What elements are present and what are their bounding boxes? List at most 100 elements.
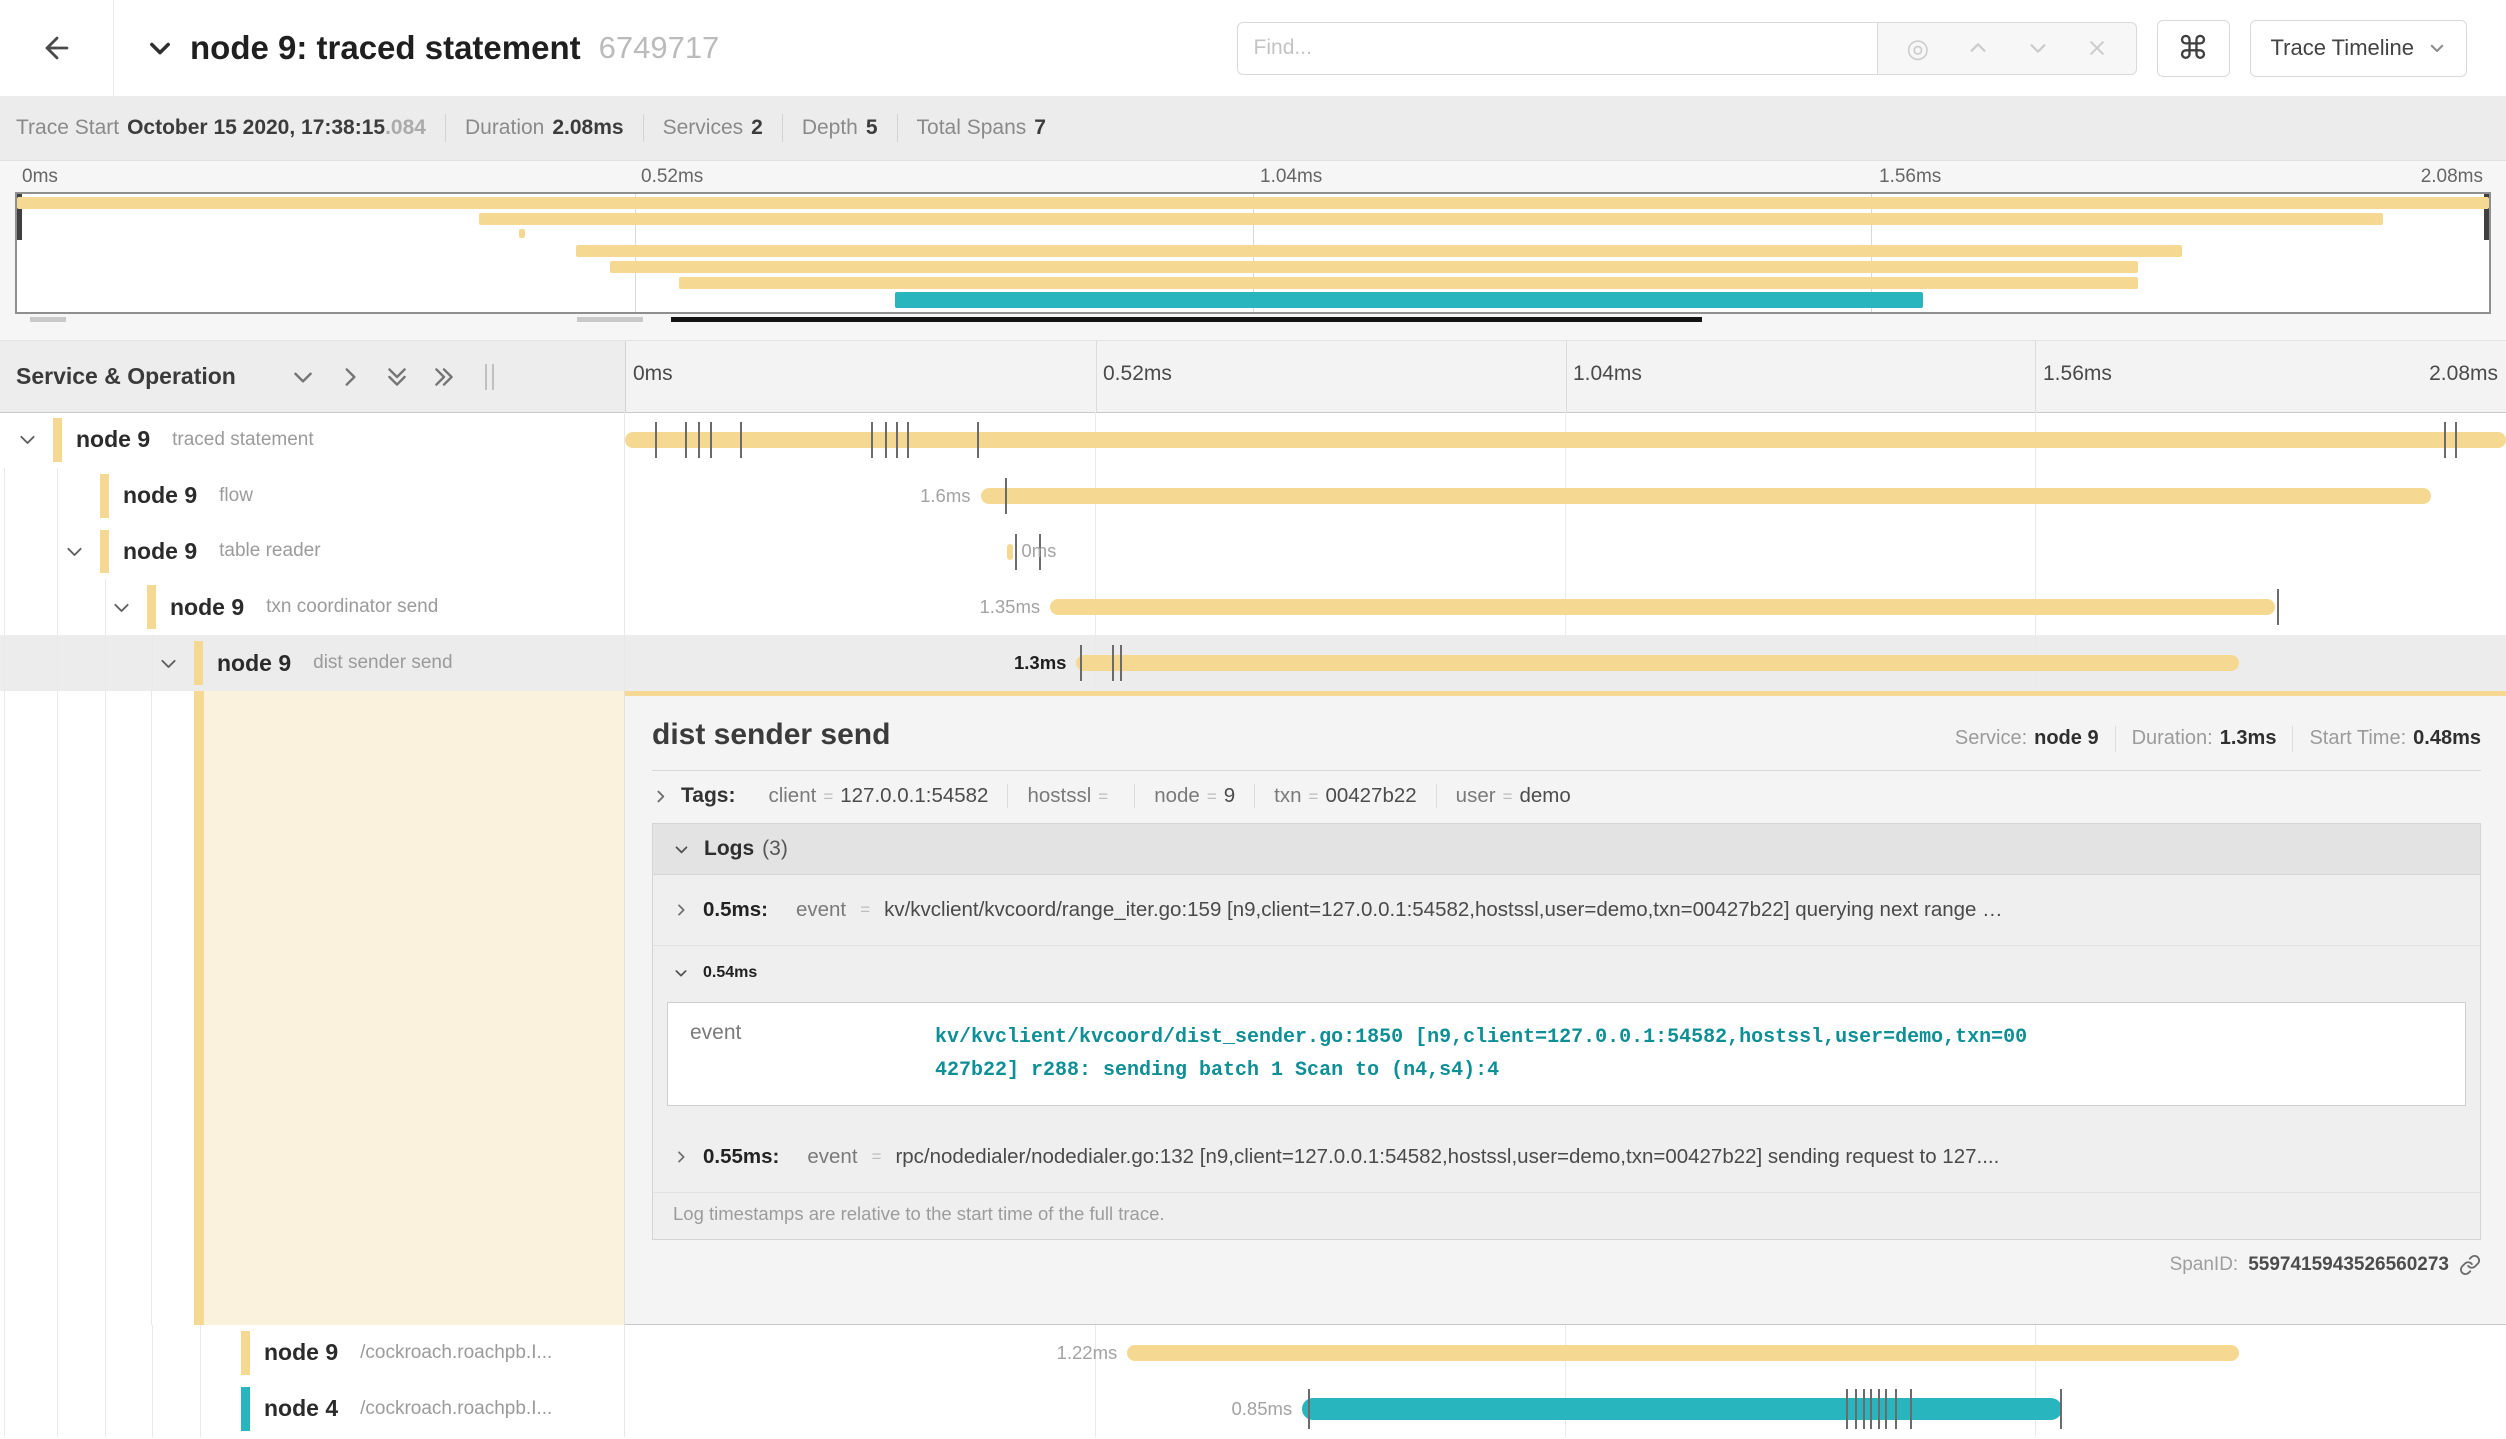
ruler-tick-label: 1.04ms [1573, 362, 1642, 386]
view-select-button[interactable]: Trace Timeline [2250, 20, 2467, 77]
span-timeline-cell[interactable]: 1.6ms [625, 468, 2506, 524]
span-tree-cell[interactable]: node 9txn coordinator send [0, 579, 625, 635]
span-tree-cell[interactable]: node 9dist sender send [0, 635, 625, 691]
expand-one-icon[interactable] [337, 364, 363, 390]
minimap-span-bar [479, 213, 2382, 225]
span-name-group: node 9/cockroach.roachpb.I... [264, 1325, 552, 1381]
indent-guide [4, 635, 5, 691]
summary-separator [643, 114, 644, 142]
span-timeline-cell[interactable]: 0.85ms [625, 1381, 2506, 1437]
span-tree-cell[interactable]: node 9flow [0, 468, 625, 524]
span-row[interactable]: node 9txn coordinator send1.35ms [0, 579, 2506, 635]
span-duration-bar[interactable] [1050, 599, 2275, 615]
collapse-one-icon[interactable] [290, 364, 316, 390]
span-duration-bar[interactable] [1302, 1398, 2062, 1420]
span-row[interactable]: node 9traced statement [0, 412, 2506, 468]
minimap-scrub-range[interactable] [671, 317, 1702, 322]
tag-item: txn=00427b22 [1255, 784, 1437, 808]
tag-key: user [1456, 784, 1496, 807]
logs-section: Logs (3) 0.5ms: event = kv/kvclient/kvco… [652, 823, 2481, 1240]
span-timeline-cell[interactable]: 1.3ms [625, 635, 2506, 691]
span-tree-cell[interactable]: node 4/cockroach.roachpb.I... [0, 1381, 625, 1437]
span-duration-label: 0ms [1021, 524, 1056, 580]
expand-all-icon[interactable] [431, 364, 457, 390]
trace-view: node 9: traced statement 6749717 ◎ ⌘ [0, 0, 2506, 1439]
span-tree-cell[interactable]: node 9table reader [0, 524, 625, 580]
span-duration-bar[interactable] [981, 488, 2431, 504]
span-timeline-cell[interactable]: 1.22ms [625, 1325, 2506, 1381]
span-timeline-cell[interactable] [625, 412, 2506, 468]
span-row[interactable]: node 9/cockroach.roachpb.I... 1.22ms [0, 1325, 2506, 1381]
span-row[interactable]: node 9flow 1.6ms [0, 468, 2506, 524]
tag-value: 00427b22 [1325, 784, 1416, 807]
minimap-span-bar [610, 261, 2138, 273]
indent-guide [4, 524, 5, 580]
span-row[interactable]: node 9table reader 0ms [0, 524, 2506, 580]
find-tools: ◎ [1878, 22, 2137, 75]
command-icon: ⌘ [2177, 29, 2209, 67]
trace-title-group: node 9: traced statement 6749717 [114, 29, 719, 67]
span-tree-cell[interactable]: node 9traced statement [0, 412, 625, 468]
collapse-all-icon[interactable] [384, 364, 410, 390]
span-row[interactable]: node 9dist sender send1.3ms [0, 635, 2506, 691]
log-marker-tick [907, 422, 909, 458]
log-entry[interactable]: 0.55ms: event = rpc/nodedialer/nodediale… [653, 1122, 2480, 1193]
logs-footnote: Log timestamps are relative to the start… [653, 1193, 2480, 1239]
ruler-tick-label: 0.52ms [1103, 362, 1172, 386]
span-timeline-cell[interactable]: 1.35ms [625, 579, 2506, 635]
span-tree-cell[interactable]: node 9/cockroach.roachpb.I... [0, 1325, 625, 1381]
tag-equals: = [1309, 787, 1319, 806]
tag-value: 9 [1224, 784, 1235, 807]
span-timeline-cell[interactable]: 0ms [625, 524, 2506, 580]
tags-row[interactable]: Tags: client=127.0.0.1:54582hostssl=node… [652, 784, 2481, 808]
prev-match-icon[interactable] [1967, 37, 1989, 59]
indent-guide [4, 1325, 5, 1381]
minimap-span-bar [17, 197, 2489, 209]
logs-header[interactable]: Logs (3) [653, 824, 2480, 875]
ruler-tick-label: 0ms [633, 362, 673, 386]
minimap-canvas[interactable] [15, 192, 2491, 314]
log-marker-tick [740, 422, 742, 458]
chevron-down-icon[interactable] [111, 579, 132, 635]
span-row[interactable]: node 4/cockroach.roachpb.I...0.85ms [0, 1381, 2506, 1437]
log-entry[interactable]: 0.5ms: event = kv/kvclient/kvcoord/range… [653, 875, 2480, 946]
minimap-span-bar [519, 229, 525, 238]
chevron-down-icon[interactable] [17, 412, 38, 468]
link-icon[interactable] [2459, 1254, 2481, 1276]
keyboard-shortcuts-button[interactable]: ⌘ [2157, 20, 2230, 77]
back-button[interactable] [0, 0, 114, 96]
service-name: node 9 [123, 538, 197, 565]
indent-guide [105, 579, 106, 635]
span-detail-indent [0, 691, 625, 1325]
span-color-bar [100, 474, 109, 518]
log-key: event [807, 1145, 857, 1169]
span-name-group: node 9flow [123, 468, 253, 524]
log-marker-tick [1863, 1389, 1865, 1429]
indent-guide [57, 635, 58, 691]
chevron-down-icon[interactable] [158, 635, 179, 691]
span-rows: node 9traced statementnode 9flow1.6msnod… [0, 412, 2506, 691]
locate-icon[interactable]: ◎ [1906, 33, 1929, 64]
log-marker-tick [1005, 478, 1007, 514]
service-name: node 9 [264, 1339, 338, 1366]
span-duration-bar[interactable] [1007, 544, 1014, 560]
span-duration-bar[interactable] [1127, 1345, 2239, 1361]
find-input[interactable] [1237, 22, 1878, 75]
service-name: node 9 [76, 426, 150, 453]
minimap-scrub-segment[interactable] [577, 317, 643, 322]
summary-value: 7 [1034, 116, 1046, 140]
column-resizer-handle[interactable] [485, 364, 494, 390]
trace-minimap: 0ms0.52ms1.04ms1.56ms2.08ms [0, 161, 2506, 340]
collapse-header-icon[interactable] [146, 34, 174, 62]
span-duration-bar[interactable] [1076, 655, 2238, 671]
minimap-scrub-segment[interactable] [30, 317, 66, 322]
log-entry-expanded-header[interactable]: 0.54ms [653, 946, 2480, 1000]
tags-label: Tags: [681, 784, 735, 808]
next-match-icon[interactable] [2027, 37, 2049, 59]
indent-guide [4, 579, 5, 635]
service-operation-title: Service & Operation [16, 363, 236, 390]
summary-separator [897, 114, 898, 142]
clear-search-icon[interactable] [2087, 38, 2107, 58]
chevron-down-icon[interactable] [64, 524, 85, 580]
summary-item: Depth5 [802, 116, 878, 140]
